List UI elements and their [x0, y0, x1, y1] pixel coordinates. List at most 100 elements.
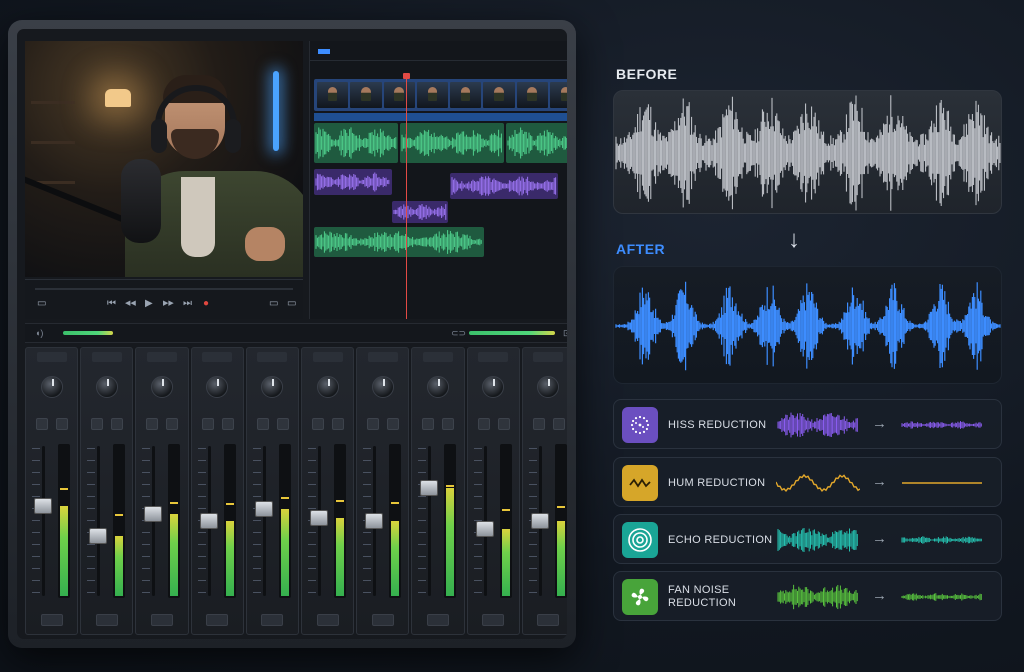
speaker-icon[interactable]: ◖): [35, 328, 43, 338]
mute-button[interactable]: [367, 418, 380, 430]
channel-input-selector[interactable]: [423, 352, 454, 362]
fader-track[interactable]: [42, 446, 45, 596]
marker[interactable]: [318, 49, 330, 54]
audio-clip[interactable]: [314, 169, 392, 195]
record-icon[interactable]: ●: [203, 298, 209, 310]
channel-settings-button[interactable]: [151, 614, 173, 626]
feature-row-fan-noise-reduction[interactable]: FAN NOISE REDUCTION →: [613, 571, 1002, 621]
video-track[interactable]: [314, 79, 567, 111]
solo-button[interactable]: [442, 418, 455, 430]
mute-button[interactable]: [532, 418, 545, 430]
solo-button[interactable]: [552, 418, 565, 430]
fullscreen-icon[interactable]: ▭: [287, 298, 296, 310]
pan-knob[interactable]: [40, 376, 63, 398]
channel-settings-button[interactable]: [537, 614, 560, 626]
volume-fader[interactable]: [475, 520, 494, 537]
fader-track[interactable]: [97, 446, 101, 596]
solo-button[interactable]: [56, 418, 68, 430]
video-thumbnail: [317, 82, 349, 108]
monitor-icon[interactable]: ▭: [37, 298, 46, 310]
channel-settings-button[interactable]: [40, 614, 63, 626]
pan-knob[interactable]: [371, 376, 394, 398]
channel-input-selector[interactable]: [533, 352, 564, 362]
channel-input-selector[interactable]: [367, 352, 398, 362]
audio-clip[interactable]: [400, 123, 504, 163]
pan-knob[interactable]: [95, 376, 118, 398]
audio-clip[interactable]: [506, 123, 567, 163]
volume-fader[interactable]: [254, 501, 273, 517]
volume-fader[interactable]: [144, 505, 163, 522]
mute-button[interactable]: [422, 418, 435, 430]
solo-button[interactable]: [387, 418, 400, 430]
channel-settings-button[interactable]: [316, 614, 339, 626]
channel-settings-button[interactable]: [427, 614, 450, 626]
solo-button[interactable]: [276, 418, 289, 430]
feature-row-hiss-reduction[interactable]: HISS REDUCTION →: [613, 399, 1002, 449]
solo-button[interactable]: [166, 418, 179, 430]
before-waveform: [613, 90, 1002, 214]
audio-clip[interactable]: [392, 201, 448, 223]
timeline-panel[interactable]: [309, 41, 567, 319]
volume-fader[interactable]: [310, 510, 329, 526]
channel-settings-button[interactable]: [261, 614, 284, 626]
mute-button[interactable]: [201, 418, 214, 430]
volume-fader[interactable]: [420, 480, 439, 496]
channel-input-selector[interactable]: [478, 352, 509, 362]
peak-indicator: [501, 509, 510, 511]
mute-button[interactable]: [256, 418, 269, 430]
skip-forward-icon[interactable]: ⏭: [183, 298, 192, 310]
solo-button[interactable]: [111, 418, 124, 430]
clean-waveform: [901, 593, 982, 601]
channel-input-selector[interactable]: [36, 352, 67, 362]
pan-knob[interactable]: [482, 376, 505, 398]
feature-row-echo-reduction[interactable]: ECHO REDUCTION →: [613, 514, 1002, 564]
fast-forward-icon[interactable]: ▶▶: [163, 298, 174, 310]
audio-clip[interactable]: [450, 173, 558, 199]
window-icon[interactable]: ▭: [269, 298, 278, 310]
pan-knob[interactable]: [427, 376, 450, 398]
rewind-icon[interactable]: ◀◀: [125, 298, 136, 310]
channel-settings-button[interactable]: [482, 614, 505, 626]
fader-track[interactable]: [428, 446, 432, 596]
audio-clip[interactable]: [314, 123, 398, 163]
pan-knob[interactable]: [537, 376, 560, 398]
loop-icon[interactable]: ⊂⊃: [451, 328, 466, 339]
channel-settings-button[interactable]: [206, 614, 229, 626]
pan-knob[interactable]: [261, 376, 284, 398]
solo-button[interactable]: [497, 418, 510, 430]
channel-input-selector[interactable]: [91, 352, 122, 362]
channel-input-selector[interactable]: [312, 352, 343, 362]
mute-button[interactable]: [146, 418, 159, 430]
settings-icon[interactable]: ⊡: [563, 328, 567, 339]
audio-clip[interactable]: [314, 227, 484, 257]
video-preview[interactable]: [25, 41, 303, 277]
after-waveform: [613, 266, 1002, 384]
fader-track[interactable]: [262, 446, 266, 596]
pan-knob[interactable]: [206, 376, 229, 398]
channel-input-selector[interactable]: [202, 352, 233, 362]
feature-row-hum-reduction[interactable]: HUM REDUCTION →: [613, 457, 1002, 507]
volume-fader[interactable]: [34, 498, 52, 514]
channel-settings-button[interactable]: [95, 614, 118, 626]
channel-input-selector[interactable]: [147, 352, 177, 362]
volume-fader[interactable]: [530, 513, 549, 529]
volume-fader[interactable]: [199, 513, 218, 529]
solo-button[interactable]: [221, 418, 234, 430]
scrub-bar[interactable]: [35, 288, 293, 290]
skip-back-icon[interactable]: ⏮: [107, 298, 116, 310]
pan-knob[interactable]: [151, 376, 173, 398]
pan-knob[interactable]: [316, 376, 339, 398]
solo-button[interactable]: [332, 418, 345, 430]
mute-button[interactable]: [312, 418, 325, 430]
right-arrow-icon: →: [872, 473, 887, 490]
volume-fader[interactable]: [365, 513, 384, 529]
play-icon[interactable]: ▶: [145, 298, 153, 310]
mute-button[interactable]: [477, 418, 490, 430]
mute-button[interactable]: [91, 418, 104, 430]
channel-input-selector[interactable]: [257, 352, 288, 362]
timeline-ruler[interactable]: [310, 41, 567, 61]
mute-button[interactable]: [36, 418, 48, 430]
volume-fader[interactable]: [89, 528, 108, 544]
channel-settings-button[interactable]: [371, 614, 394, 626]
playhead[interactable]: [403, 73, 410, 319]
